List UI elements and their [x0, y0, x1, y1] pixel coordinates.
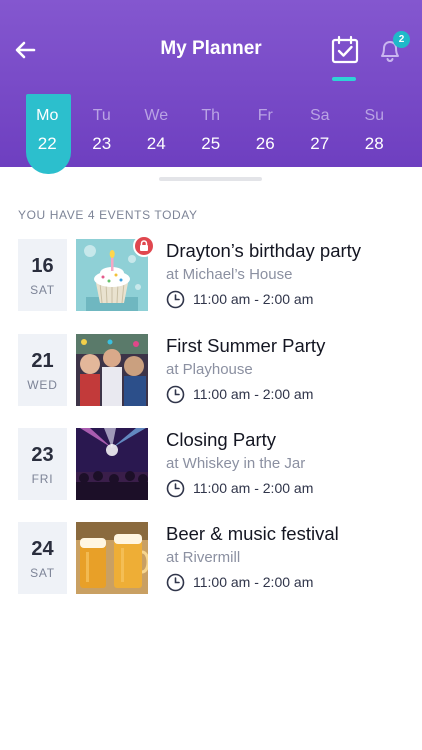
day-of-week-label: Mo [36, 107, 59, 124]
event-thumbnail [76, 428, 148, 500]
clock-icon [166, 385, 185, 404]
day-date-label: 26 [255, 134, 275, 153]
notification-count-badge: 2 [393, 31, 410, 48]
day-of-week-label: Th [201, 107, 221, 124]
event-day-of-week: WED [27, 378, 58, 392]
private-event-badge [133, 235, 155, 257]
event-time: 11:00 am - 2:00 am [193, 574, 314, 590]
event-time: 11:00 am - 2:00 am [193, 480, 314, 496]
day-of-week-label: Fr [257, 107, 273, 124]
event-date-box: 21 WED [18, 334, 67, 406]
events-count-heading: YOU HAVE 4 EVENTS TODAY [18, 208, 198, 222]
lock-icon [140, 240, 148, 251]
event-thumbnail [76, 334, 148, 406]
event-day-number: 23 [31, 444, 54, 466]
event-day-number: 16 [31, 255, 54, 277]
party-crowd-photo [76, 334, 148, 406]
day-date-label: 25 [201, 134, 221, 153]
event-list-item[interactable]: 24 SAT Beer & music festival at Rivermil… [18, 522, 408, 596]
concert-lights-photo [76, 428, 148, 500]
event-time: 11:00 am - 2:00 am [193, 386, 314, 402]
sheet-drag-handle[interactable] [159, 177, 262, 181]
event-day-number: 24 [31, 538, 54, 560]
active-tab-indicator [332, 77, 356, 81]
event-location: at Michael’s House [166, 266, 293, 283]
day-monday[interactable]: Mo 22 [20, 94, 75, 174]
day-date-label: 24 [146, 134, 166, 153]
event-day-number: 21 [31, 350, 54, 372]
event-date-box: 23 FRI [18, 428, 67, 500]
event-day-of-week: FRI [31, 472, 54, 486]
event-date-box: 16 SAT [18, 239, 67, 311]
event-location: at Rivermill [166, 549, 241, 566]
clock-icon [166, 573, 185, 592]
event-date-box: 24 SAT [18, 522, 67, 594]
event-title: Beer & music festival [166, 523, 339, 544]
day-thursday[interactable]: Th 25 [184, 94, 239, 174]
event-title: First Summer Party [166, 335, 326, 356]
clock-icon [166, 479, 185, 498]
day-date-label: 27 [310, 134, 330, 153]
day-wednesday[interactable]: We 24 [129, 94, 184, 174]
beer-mugs-photo [76, 522, 148, 594]
day-tuesday[interactable]: Tu 23 [75, 94, 130, 174]
event-day-of-week: SAT [30, 283, 55, 297]
day-of-week-label: Su [364, 107, 385, 124]
planner-calendar-button[interactable] [330, 35, 360, 65]
event-day-of-week: SAT [30, 566, 55, 580]
event-location: at Whiskey in the Jar [166, 455, 306, 472]
day-saturday[interactable]: Sa 27 [293, 94, 348, 174]
event-title: Closing Party [166, 429, 277, 450]
event-list-item[interactable]: 16 SAT Drayton’s birthday party at Micha… [18, 235, 408, 313]
event-list-item[interactable]: 21 WED First Summer Party at Playhouse 1… [18, 334, 408, 408]
day-sunday[interactable]: Su 28 [347, 94, 402, 174]
day-of-week-label: Tu [92, 107, 111, 124]
event-title: Drayton’s birthday party [166, 240, 362, 261]
day-date-label: 22 [37, 134, 57, 153]
day-of-week-label: We [144, 107, 169, 124]
event-thumbnail [76, 522, 148, 594]
event-list-item[interactable]: 23 FRI Closing Party at Whiskey in the J… [18, 428, 408, 502]
week-day-selector: Mo 22 Tu 23 We 24 Th 25 Fr 26 Sa 27 Su 2… [20, 94, 402, 174]
calendar-check-icon [331, 35, 359, 64]
app-header: My Planner 2 Mo 22 Tu 23 We 24 Th 25 Fr … [0, 0, 422, 174]
day-of-week-label: Sa [309, 107, 330, 124]
clock-icon [166, 290, 185, 309]
event-time: 11:00 am - 2:00 am [193, 291, 314, 307]
day-friday[interactable]: Fr 26 [238, 94, 293, 174]
day-date-label: 23 [92, 134, 112, 153]
day-date-label: 28 [364, 134, 384, 153]
event-location: at Playhouse [166, 361, 253, 378]
